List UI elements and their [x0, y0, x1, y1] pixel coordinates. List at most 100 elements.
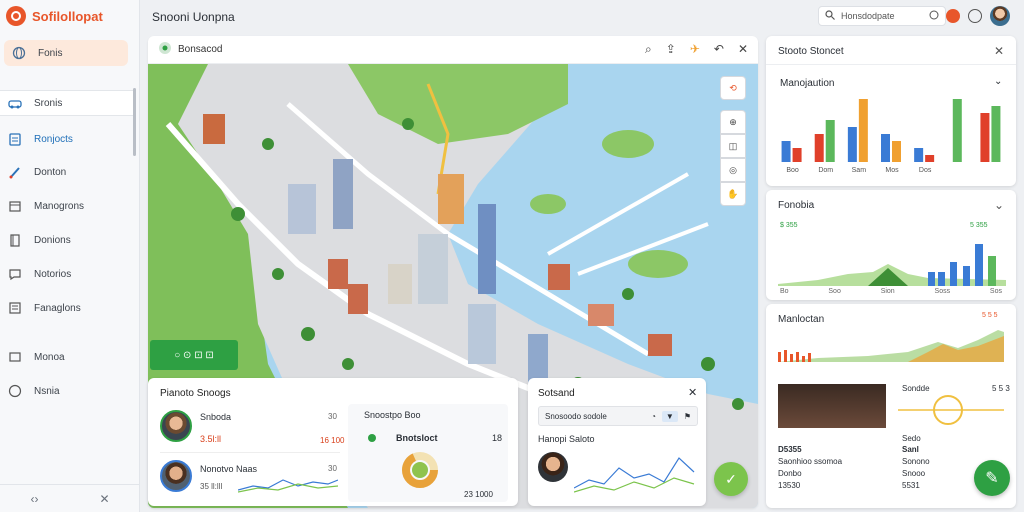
stat-value: 5 5 3 [992, 384, 1010, 393]
map-legend-label: ○ ⊙ ⊡ ⊡ [174, 349, 214, 361]
search-placeholder: Honsdodpate [841, 11, 895, 21]
chevron-down-icon[interactable]: ⌄ [994, 76, 1002, 87]
location-pin-icon [158, 41, 172, 58]
sidebar-item-nsnia[interactable]: Nsnia [0, 378, 136, 404]
app-logo[interactable]: Sofilollopat [6, 6, 103, 26]
tick-label: Dom [818, 167, 833, 174]
sidebar-item-label: Nsnia [34, 385, 60, 397]
map-header: Bonsacod ⌕ ⇪ ✈ ↶ ✕ [148, 36, 758, 64]
car-icon [8, 96, 22, 110]
status-dot-icon [368, 434, 376, 442]
document-icon [8, 233, 22, 247]
avatar[interactable] [160, 460, 192, 492]
image-icon [8, 350, 22, 364]
close-icon[interactable]: ✕ [738, 42, 748, 57]
tick-label: Mos [885, 167, 899, 174]
bar [847, 127, 857, 162]
sidebar-item-ronjocts[interactable]: Ronjocts [0, 126, 136, 152]
close-icon[interactable]: ✕ [994, 44, 1004, 58]
summary-count: 18 [492, 433, 503, 443]
clipboard-icon [8, 132, 22, 146]
search-input[interactable]: Honsdodpate [818, 6, 946, 26]
people-card-title: Pianoto Snoogs [160, 388, 231, 399]
foot-label: Snooo [902, 469, 926, 478]
page-title: Snooni Uonpna [152, 10, 235, 24]
axis-label: Soss [934, 288, 951, 295]
bar [892, 141, 901, 162]
trend-panel: Fonobia ⌄ $ 355 5 355 Bo Soo Sion Soss S… [766, 190, 1016, 300]
globe-icon [12, 46, 26, 60]
sidebar-item-label: Ronjocts [34, 133, 73, 145]
summary-title: Snoostpo Boo [364, 410, 421, 420]
sidebar-item-fanaglons[interactable]: Fanaglons [0, 295, 136, 321]
status-filter[interactable]: Snosoodo sodole ◔ ▼ ⚑ [538, 406, 698, 426]
zoom-in-icon[interactable]: ⊕ [720, 110, 746, 134]
monitor-gauge-chart [898, 395, 1004, 425]
sidebar-scrollbar[interactable] [133, 88, 136, 156]
trend-left-label: $ 355 [780, 222, 798, 229]
profile-outline-icon[interactable] [968, 9, 982, 23]
preview-image[interactable] [778, 384, 886, 428]
foot-label: Donbo [778, 469, 802, 478]
flag-icon[interactable]: ⚑ [684, 412, 691, 421]
settings-x-icon[interactable]: ✕ [99, 492, 109, 506]
tag-icon[interactable]: ▼ [661, 410, 678, 422]
map-legend[interactable]: ○ ⊙ ⊡ ⊡ [150, 340, 238, 370]
list-icon [8, 301, 22, 315]
camera-icon[interactable]: ◫ [720, 134, 746, 158]
stats-panel-title: Stooto Stoncet [778, 46, 844, 57]
sidebar-item-donton[interactable]: Donton [0, 159, 136, 185]
foot-label: Sonono [902, 457, 930, 466]
help-icon [8, 384, 22, 398]
collapse-icon[interactable]: ‹› [30, 492, 38, 506]
sidebar-item-sronis[interactable]: Sronis [0, 90, 136, 116]
close-icon[interactable]: ✕ [688, 386, 697, 399]
foot-value: Sanl [902, 445, 919, 454]
sidebar-item-label: Donions [34, 234, 71, 246]
notification-icon[interactable] [946, 9, 960, 23]
share-icon[interactable]: ⇪ [666, 42, 676, 57]
avatar[interactable] [160, 410, 192, 442]
clock-icon: ◔ [651, 411, 656, 421]
sidebar-item-monoa[interactable]: Monoa [0, 344, 136, 370]
sidebar-item-label: Manogrons [34, 200, 85, 212]
bar [792, 148, 802, 162]
summary-foot: 23 1000 [464, 490, 493, 499]
sidebar-item-fonis[interactable]: Fonis [4, 40, 128, 66]
stat-label: Sedo [902, 434, 921, 443]
axis-label: Sos [989, 288, 1002, 295]
check-icon: ✓ [725, 470, 737, 487]
avatar[interactable] [990, 6, 1010, 26]
pin-icon[interactable]: ✈ [690, 42, 700, 57]
tick-label: Boo [786, 167, 799, 174]
sidebar-item-label: Notorios [34, 268, 72, 280]
trend-right-label: 5 355 [970, 222, 988, 229]
status-card: Sotsand ✕ Snosoodo sodole ◔ ▼ ⚑ Hanopi S… [528, 378, 706, 506]
person-value: 35 ll:lll [200, 482, 223, 491]
bar [952, 99, 962, 162]
axis-label: Bo [780, 288, 789, 295]
confirm-button[interactable]: ✓ [714, 462, 748, 496]
sidebar-item-manogrons[interactable]: Manogrons [0, 193, 136, 219]
target-icon[interactable]: ◎ [720, 158, 746, 182]
avatar[interactable] [538, 452, 568, 482]
undo-icon[interactable]: ↶ [714, 42, 724, 57]
bar [914, 148, 924, 162]
logo-icon [6, 6, 26, 26]
chat-icon [8, 267, 22, 281]
monitor-foot-right: Sanl Sonono Snooo 5531 [902, 444, 930, 492]
sidebar-item-notorios[interactable]: Notorios [0, 261, 136, 287]
sparkline [238, 479, 338, 493]
layers-icon[interactable]: ⟲ [720, 76, 746, 100]
hand-icon[interactable]: ✋ [720, 182, 746, 206]
sidebar-item-donions[interactable]: Donions [0, 227, 136, 253]
tick-label: Sam [852, 167, 867, 174]
person-name: Nonotvo Naas [200, 464, 258, 474]
sidebar-item-label: Sronis [34, 97, 63, 109]
status-sub: Hanopi Saloto [538, 434, 595, 444]
bar [814, 134, 824, 162]
add-button[interactable]: ✎ [974, 460, 1010, 496]
bar [781, 141, 791, 162]
search-icon[interactable]: ⌕ [645, 42, 652, 57]
chevron-down-icon[interactable]: ⌄ [994, 198, 1004, 212]
